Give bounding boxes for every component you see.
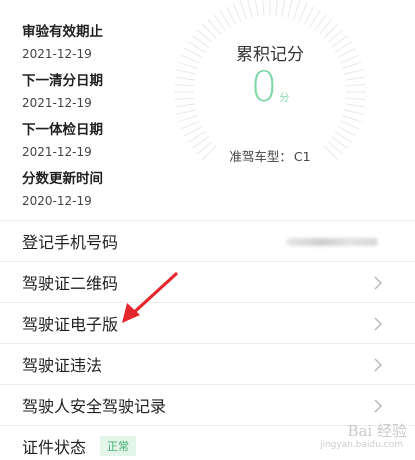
gauge-tick: [254, 0, 259, 18]
baidu-watermark: Bai 经验 jingyan.baidu.com: [275, 420, 407, 454]
info-label: 下一体检日期: [22, 122, 103, 138]
info-item-next-clear-date: 下一清分日期 2021-12-19: [22, 71, 192, 120]
gauge-tick: [337, 126, 356, 137]
license-summary: 审验有效期止 2021-12-19 下一清分日期 2021-12-19 下一体检…: [0, 0, 415, 220]
menu-item-label: 驾驶人安全驾驶记录: [22, 397, 167, 416]
gauge-tick: [340, 120, 359, 130]
gauge-tick: [287, 0, 293, 19]
info-label: 分数更新时间: [22, 171, 103, 187]
menu-item-label: 登记手机号码: [22, 233, 119, 252]
masked-phone-number: [286, 238, 378, 246]
car-type: 准驾车型： C1: [170, 146, 370, 165]
car-type-label: 准驾车型：: [229, 149, 292, 164]
chevron-right-icon: [374, 358, 382, 372]
score-gauge: 累积记分 0分 准驾车型： C1: [170, 0, 410, 220]
gauge-tick: [262, 0, 265, 17]
gauge-tick: [239, 0, 247, 20]
menu-item-qrcode[interactable]: 驾驶证二维码: [0, 261, 415, 302]
gauge-tick: [304, 6, 315, 25]
gauge-tick: [342, 115, 362, 123]
status-badge: 正常: [100, 436, 137, 456]
gauge-tick: [275, 0, 278, 17]
menu-item-phone[interactable]: 登记手机号码: [0, 220, 415, 261]
menu-item-label: 驾驶证违法: [22, 356, 103, 375]
gauge-tick: [232, 3, 242, 22]
score-value-wrap: 0分: [170, 62, 370, 111]
info-value: 2021-12-19: [22, 47, 92, 61]
car-type-value: C1: [293, 149, 311, 164]
chevron-right-icon: [374, 399, 382, 413]
chevron-right-icon: [374, 276, 382, 290]
gauge-tick: [184, 126, 203, 137]
gauge-tick: [225, 6, 236, 25]
info-value: 2020-12-19: [22, 194, 92, 208]
info-label: 下一清分日期: [22, 73, 103, 89]
score-unit: 分: [279, 93, 290, 104]
gauge-tick: [178, 115, 198, 123]
info-value: 2021-12-19: [22, 145, 92, 159]
menu-item-e-license[interactable]: 驾驶证电子版: [0, 302, 415, 343]
gauge-tick: [247, 0, 253, 19]
watermark-url: jingyan.baidu.com: [319, 440, 403, 450]
info-item-next-checkup-date: 下一体检日期 2021-12-19: [22, 120, 192, 169]
menu-item-label: 证件状态: [22, 438, 87, 457]
gauge-tick: [298, 3, 308, 22]
info-value: 2021-12-19: [22, 96, 92, 110]
info-label: 审验有效期止: [22, 24, 103, 40]
chevron-right-icon: [374, 317, 382, 331]
info-item-review-expiry: 审验有效期止 2021-12-19: [22, 22, 192, 71]
menu-item-safe-driving-record[interactable]: 驾驶人安全驾驶记录: [0, 384, 415, 425]
info-item-score-update-time: 分数更新时间 2020-12-19: [22, 169, 192, 218]
menu-item-label: 驾驶证二维码: [22, 274, 119, 293]
score-value: 0: [250, 62, 278, 111]
gauge-tick: [293, 0, 301, 20]
info-list: 审验有效期止 2021-12-19 下一清分日期 2021-12-19 下一体检…: [22, 22, 192, 218]
red-arrow-annotation: [122, 272, 178, 323]
watermark-text: Bai 经验: [347, 422, 407, 440]
gauge-tick: [281, 0, 286, 18]
menu-item-violations[interactable]: 驾驶证违法: [0, 343, 415, 384]
menu-item-label: 驾驶证电子版: [22, 315, 119, 334]
gauge-tick: [181, 120, 200, 130]
